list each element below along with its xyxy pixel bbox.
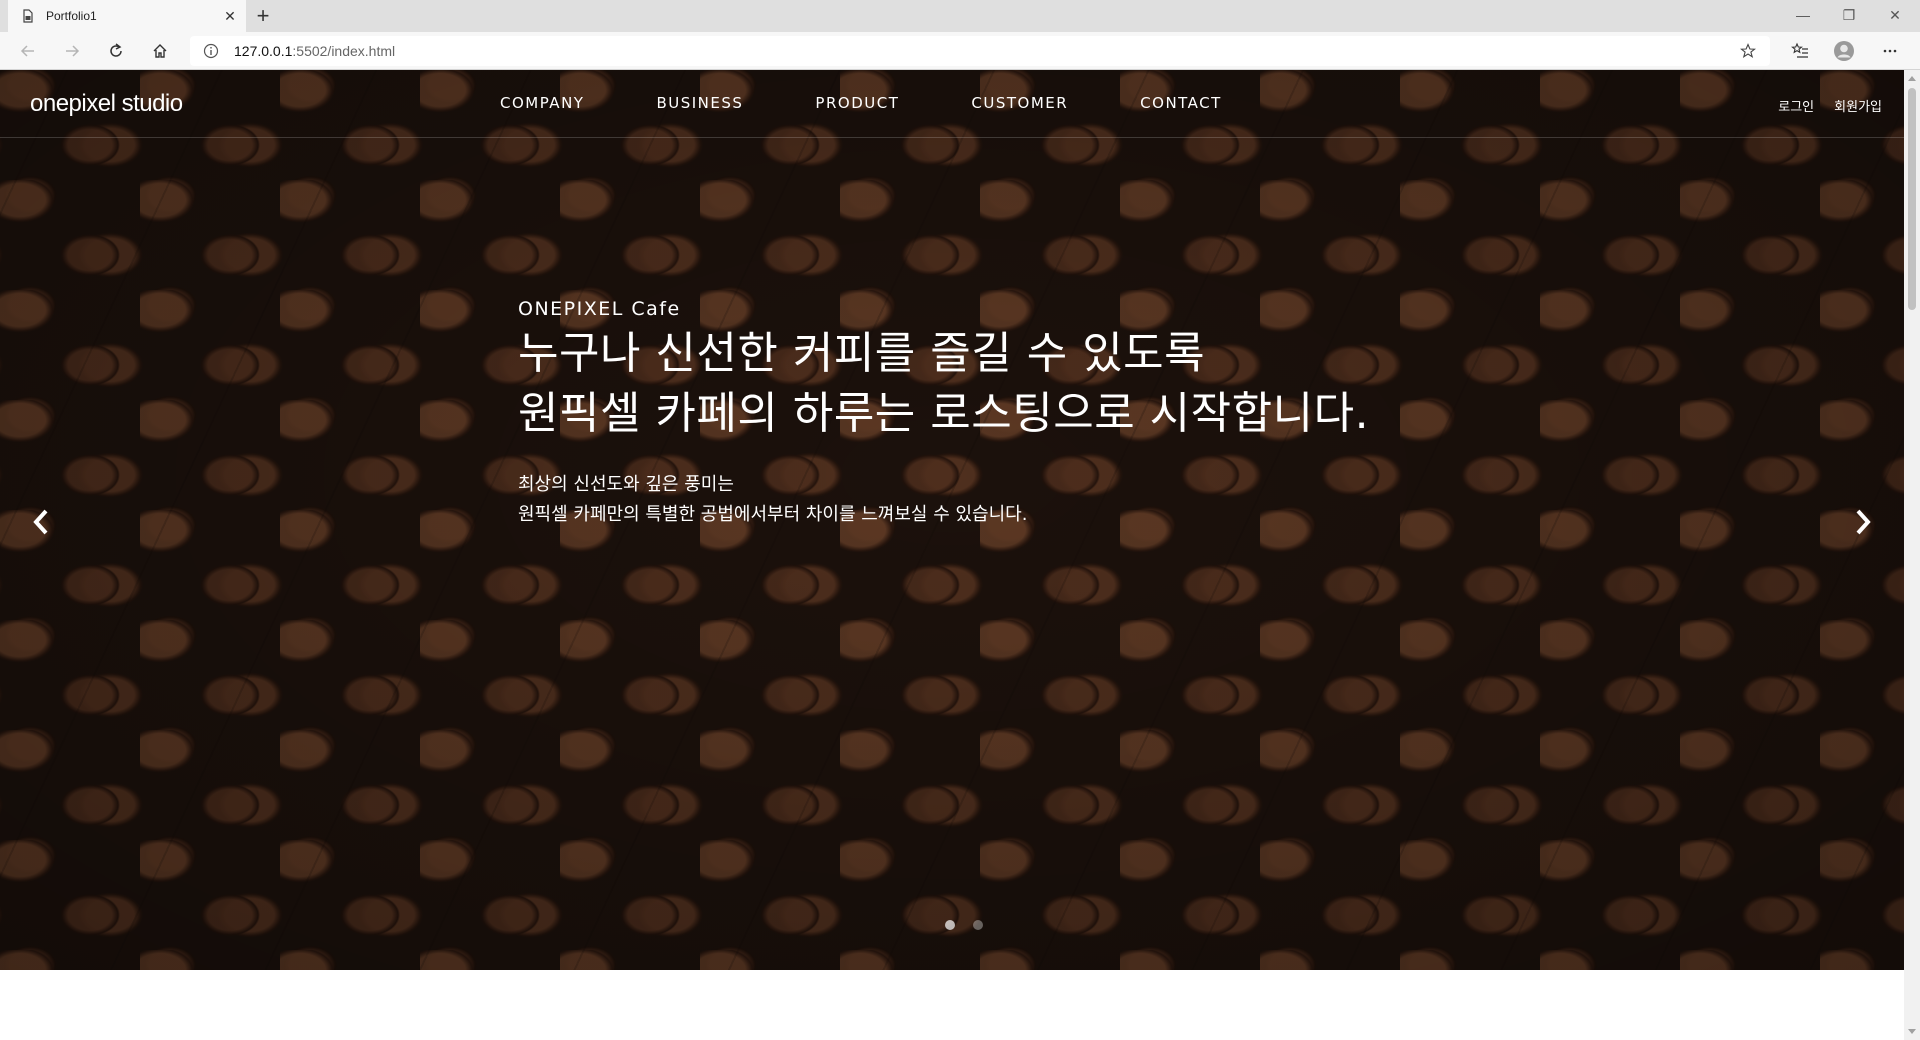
site-logo[interactable]: onepixel studio (30, 90, 183, 118)
new-tab-button[interactable]: + (250, 3, 276, 28)
more-icon[interactable] (1874, 36, 1906, 66)
hero-headline-line-1: 누구나 신선한 커피를 즐길 수 있도록 (518, 328, 1206, 379)
nav-contact[interactable]: CONTACT (1140, 94, 1222, 112)
page-viewport: onepixel studio COMPANY BUSINESS PRODUCT… (0, 70, 1904, 1040)
scroll-up-icon[interactable] (1904, 70, 1920, 86)
slider-pagination (945, 920, 1001, 930)
next-slide-button[interactable] (1848, 502, 1878, 542)
slide-dot-1[interactable] (945, 920, 955, 930)
chevron-left-icon (33, 509, 48, 535)
hero-description-line-1: 최상의 신선도와 깊은 풍미는 (518, 474, 734, 495)
browser-titlebar: Portfolio1 ✕ + — ❐ ✕ (0, 0, 1920, 32)
page-scrollbar[interactable] (1904, 70, 1920, 1040)
hero-description-line-2: 원픽셀 카페만의 특별한 공법에서부터 차이를 느껴보실 수 있습니다. (518, 504, 1028, 525)
nav-business[interactable]: BUSINESS (656, 94, 743, 112)
main-nav: COMPANY BUSINESS PRODUCT CUSTOMER CONTAC… (500, 94, 1294, 112)
chevron-right-icon (1856, 509, 1871, 535)
window-close-button[interactable]: ✕ (1872, 0, 1918, 30)
tab-title: Portfolio1 (46, 9, 97, 23)
star-icon[interactable] (1738, 41, 1758, 61)
browser-tab[interactable]: Portfolio1 ✕ (8, 0, 246, 32)
back-arrow-icon[interactable] (12, 36, 44, 66)
prev-slide-button[interactable] (26, 502, 56, 542)
site-header: onepixel studio COMPANY BUSINESS PRODUCT… (0, 70, 1904, 138)
scrollbar-thumb[interactable] (1908, 88, 1916, 310)
slide-dot-2[interactable] (973, 920, 983, 930)
util-links: 로그인 회원가입 (1758, 96, 1882, 115)
url-path: :5502/index.html (292, 43, 396, 59)
refresh-icon[interactable] (100, 36, 132, 66)
scroll-down-icon[interactable] (1904, 1024, 1920, 1040)
login-link[interactable]: 로그인 (1778, 96, 1814, 115)
nav-company[interactable]: COMPANY (500, 94, 584, 112)
document-icon (20, 8, 36, 24)
hero-headline-line-2: 원픽셀 카페의 하루는 로스팅으로 시작합니다. (518, 388, 1370, 439)
home-icon[interactable] (144, 36, 176, 66)
url-host: 127.0.0.1 (234, 43, 293, 59)
info-icon[interactable] (202, 42, 220, 60)
signup-link[interactable]: 회원가입 (1834, 96, 1882, 115)
hero-eyebrow: ONEPIXEL Cafe (518, 298, 681, 320)
restore-button[interactable]: ❐ (1826, 0, 1872, 30)
hero-headline: 누구나 신선한 커피를 즐길 수 있도록 원픽셀 카페의 하루는 로스팅으로 시… (518, 324, 1369, 444)
hero-slider: onepixel studio COMPANY BUSINESS PRODUCT… (0, 70, 1904, 970)
minimize-button[interactable]: — (1780, 0, 1826, 30)
address-bar[interactable]: 127.0.0.1:5502/index.html (190, 36, 1770, 66)
forward-arrow-icon[interactable] (56, 36, 88, 66)
browser-toolbar: 127.0.0.1:5502/index.html (0, 32, 1920, 70)
close-tab-button[interactable]: ✕ (220, 6, 240, 26)
nav-customer[interactable]: CUSTOMER (971, 94, 1068, 112)
profile-icon[interactable] (1828, 36, 1860, 66)
nav-product[interactable]: PRODUCT (815, 94, 899, 112)
favorites-icon[interactable] (1784, 36, 1816, 66)
hero-text: ONEPIXEL Cafe 누구나 신선한 커피를 즐길 수 있도록 원픽셀 카… (518, 298, 1369, 530)
hero-description: 최상의 신선도와 깊은 풍미는 원픽셀 카페만의 특별한 공법에서부터 차이를 … (518, 470, 1369, 530)
